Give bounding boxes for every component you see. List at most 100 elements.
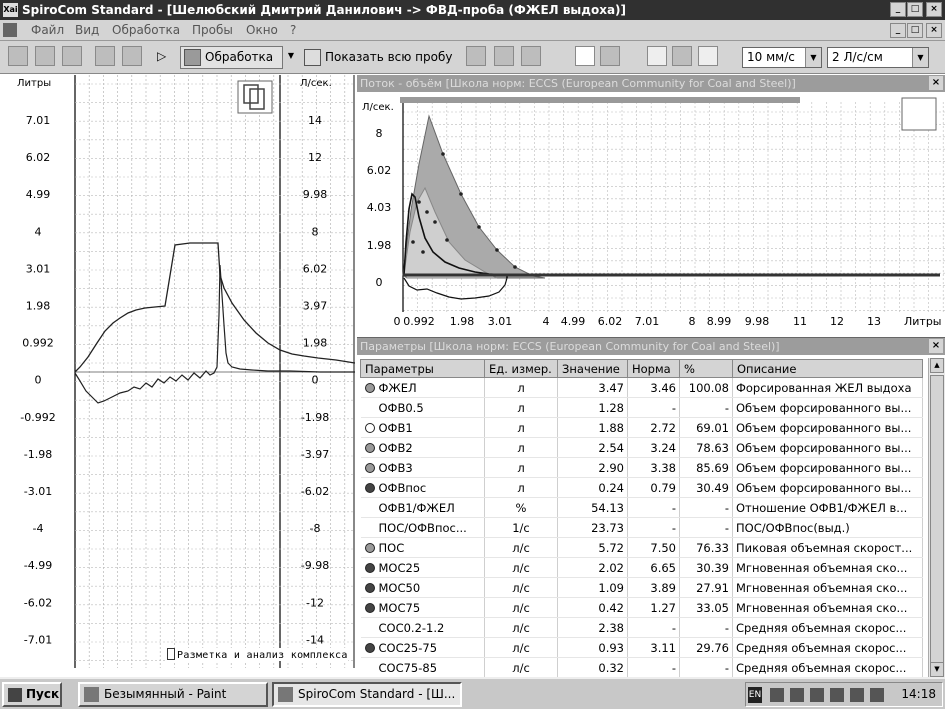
parameters-title-bar[interactable]: Параметры [Школа норм: ECCS (European Co… — [357, 338, 945, 355]
table-row[interactable]: ОФВпос л 0.24 0.79 30.49 Объем форсированного… — [360, 477, 923, 498]
vertical-ruler-icon[interactable] — [237, 80, 273, 114]
menu-window[interactable]: Окно — [246, 23, 278, 37]
flow-volume-chart[interactable]: Л/сек. 86.024.031.9800 0.992 1.98 3.01 4 4.99… — [357, 92, 945, 337]
pointer-icon[interactable] — [647, 46, 667, 66]
table-row[interactable]: ОФВ3 л 2.90 3.38 85.69 Объем форсированного в… — [360, 457, 923, 478]
close-icon[interactable]: × — [929, 339, 943, 353]
tray-app-icon[interactable] — [790, 688, 804, 702]
menu-file[interactable]: Файл — [31, 23, 64, 37]
table-row[interactable]: ОФВ1/ФЖЕЛ% 54.13- - Отношение ОФВ1/ФЖЕЛ в..… — [360, 497, 923, 518]
table-row[interactable]: СОС0.2-1.2 л/с 2.38- - Средняя объемная скор… — [360, 617, 923, 638]
chevron-down-icon[interactable]: ▼ — [805, 48, 821, 67]
maximize-button[interactable]: □ — [907, 2, 923, 17]
document-icon[interactable] — [3, 23, 17, 37]
table-row[interactable]: ОФВ2 л 2.54 3.24 78.63 Объем форсированного в… — [360, 437, 923, 458]
show-whole-sample-button[interactable]: Показать всю пробу — [300, 46, 458, 69]
export-icon[interactable] — [122, 46, 142, 66]
color-scale-bar — [400, 97, 800, 103]
network-icon[interactable] — [770, 688, 784, 702]
volume-time-chart[interactable]: Литры Л/сек. 7.01 6.02 4.99 4 3.01 1.98 0.992 0… — [0, 75, 356, 668]
table-row[interactable]: СОС25-75 л/с 0.93 3.11 29.76 Средняя объемная… — [360, 637, 923, 658]
param-unit: л — [484, 437, 558, 458]
table-row[interactable]: ОФВ0.5 л 1.28- - Объем форсированного вы... — [360, 397, 923, 418]
window-title-bar[interactable]: Xai SpiroCom Standard - [Шелюбский Дмитр… — [0, 0, 945, 20]
start-button[interactable]: Пуск — [2, 682, 62, 707]
process-button[interactable]: Обработка — [180, 46, 283, 69]
tray-app-icon[interactable] — [810, 688, 824, 702]
flow-volume-title: Поток - объём [Школа норм: ECCS (Europea… — [360, 77, 796, 90]
param-name-text: ОФВ1/ФЖЕЛ — [378, 500, 455, 515]
menu-help[interactable]: ? — [290, 23, 296, 37]
column-header-unit[interactable]: Ед. измер. — [484, 359, 558, 378]
eraser-icon[interactable] — [672, 46, 692, 66]
vertical-ruler-icon[interactable] — [901, 97, 937, 131]
hand-icon[interactable] — [575, 46, 595, 66]
table-row[interactable]: ПОС л/с 5.72 7.50 76.33 Пиковая объемная скор… — [360, 537, 923, 558]
param-name: ОФВпос — [360, 477, 485, 498]
param-value: 1.88 — [557, 417, 628, 438]
doc-close-button[interactable]: × — [926, 23, 942, 38]
param-unit: л/с — [484, 657, 558, 678]
param-norm: 7.50 — [627, 537, 680, 558]
menu-samples[interactable]: Пробы — [192, 23, 233, 37]
column-header-param[interactable]: Параметры — [360, 359, 485, 378]
param-description: Отношение ОФВ1/ФЖЕЛ в... — [732, 497, 923, 518]
table-row[interactable]: ОФВ1 л 1.88 2.72 69.01 Объем форсированного в… — [360, 417, 923, 438]
menu-view[interactable]: Вид — [75, 23, 99, 37]
spirocom-icon — [278, 687, 293, 702]
task-paint[interactable]: Безымянный - Paint — [78, 682, 268, 707]
tray-app-icon[interactable] — [850, 688, 864, 702]
x-tick-label: 13 — [867, 315, 881, 328]
doc-minimize-button[interactable]: _ — [890, 23, 906, 38]
parameters-panel[interactable]: Параметры [Школа норм: ECCS (European Co… — [357, 337, 945, 678]
table-row[interactable]: МОС25 л/с 2.02 6.65 30.39 Мгновенная объемная… — [360, 557, 923, 578]
param-value: 54.13 — [557, 497, 628, 518]
table-row[interactable]: ФЖЕЛ л 3.47 3.46 100.08 Форсированная ЖЕЛ выд… — [360, 377, 923, 398]
scroll-down-icon[interactable]: ▼ — [930, 662, 944, 677]
table-row[interactable]: ПОС/ОФВпос... 1/с 23.73- - ПОС/ОФВпос(выд.) — [360, 517, 923, 538]
param-percent: - — [679, 497, 733, 518]
tray-app-icon[interactable] — [830, 688, 844, 702]
play-icon[interactable]: ▷ — [157, 46, 171, 66]
language-indicator[interactable]: EN — [748, 687, 762, 703]
minimize-button[interactable]: _ — [890, 2, 906, 17]
preview-icon[interactable] — [62, 46, 82, 66]
left-tick-label: 4.99 — [26, 188, 51, 201]
grid-icon[interactable] — [698, 46, 718, 66]
column-header-description[interactable]: Описание — [732, 359, 923, 378]
print-icon[interactable] — [95, 46, 115, 66]
param-percent: 76.33 — [679, 537, 733, 558]
table-row[interactable]: МОС75 л/с 0.42 1.27 33.05 Мгновенная объемная… — [360, 597, 923, 618]
patient-icon[interactable] — [8, 46, 28, 66]
close-icon[interactable]: × — [929, 76, 943, 90]
flow-volume-panel[interactable]: Поток - объём [Школа норм: ECCS (Europea… — [357, 75, 945, 337]
volume-time-panel[interactable]: Литры Л/сек. 7.01 6.02 4.99 4 3.01 1.98 0.992 0… — [0, 75, 356, 668]
scroll-up-icon[interactable]: ▲ — [930, 358, 944, 373]
process-dropdown-icon[interactable]: ▼ — [285, 46, 297, 66]
toolbar: ▷ Обработка ▼ Показать всю пробу 10 мм/с… — [0, 41, 945, 74]
column-header-percent[interactable]: % — [679, 359, 733, 378]
close-button[interactable]: × — [926, 2, 942, 17]
task-paint-label: Безымянный - Paint — [104, 687, 227, 701]
chevron-down-icon[interactable]: ▼ — [912, 48, 928, 67]
gear-icon[interactable] — [466, 46, 486, 66]
move-icon[interactable] — [600, 46, 620, 66]
toolbar-overflow[interactable] — [933, 46, 945, 66]
column-header-norm[interactable]: Норма — [627, 359, 680, 378]
table-row[interactable]: МОС50 л/с 1.09 3.89 27.91 Мгновенная объемная… — [360, 577, 923, 598]
save-icon[interactable] — [35, 46, 55, 66]
column-header-value[interactable]: Значение — [557, 359, 628, 378]
scale-select[interactable]: 2 Л/с/см ▼ — [827, 47, 929, 68]
scroll-thumb[interactable] — [930, 375, 944, 665]
flow-volume-title-bar[interactable]: Поток - объём [Школа норм: ECCS (Europea… — [357, 75, 945, 92]
arrow-down-icon[interactable] — [494, 46, 514, 66]
vertical-scrollbar[interactable]: ▲ ▼ — [928, 358, 945, 678]
speed-select[interactable]: 10 мм/с ▼ — [742, 47, 822, 68]
task-spirocom-label: SpiroCom Standard - [Ш... — [298, 687, 456, 701]
table-row[interactable]: СОС75-85 л/с 0.32- - Средняя объемная скорос… — [360, 657, 923, 678]
printer-icon[interactable] — [870, 688, 884, 702]
task-spirocom[interactable]: SpiroCom Standard - [Ш... — [272, 682, 462, 707]
format-icon[interactable] — [521, 46, 541, 66]
doc-restore-button[interactable]: □ — [907, 23, 923, 38]
menu-processing[interactable]: Обработка — [112, 23, 180, 37]
